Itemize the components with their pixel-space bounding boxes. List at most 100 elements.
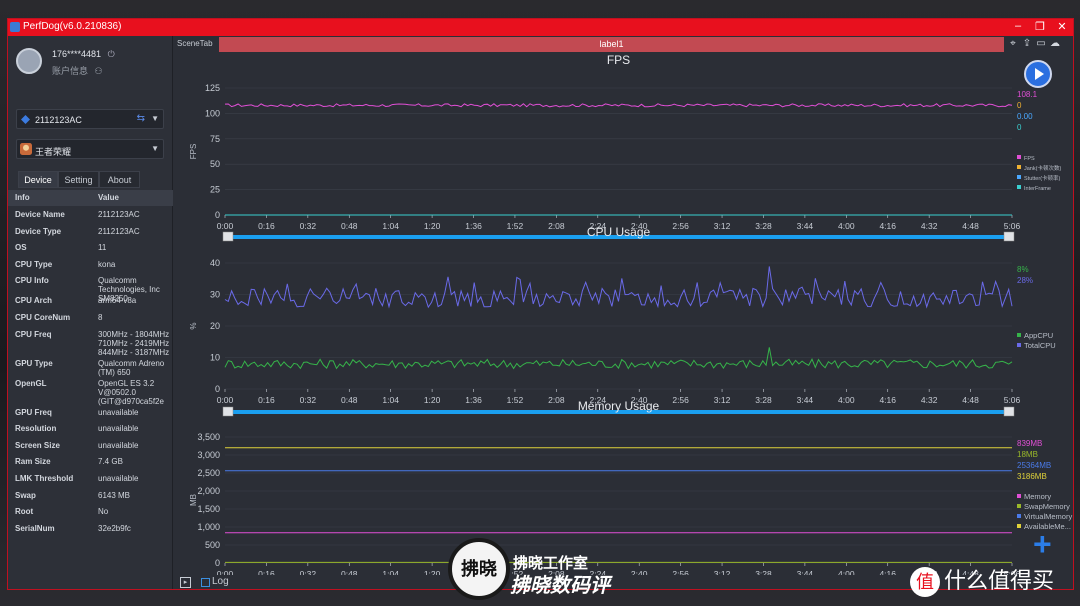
tab-device[interactable]: Device [18,171,58,188]
x-tick-label: 0:00 [217,395,234,405]
row-value: unavailable [98,474,139,483]
table-row: CPU Info Qualcomm Technologies, Inc SM825… [8,272,173,303]
current-value-label: 0 [1017,101,1022,110]
legend-entry: AppCPU [1024,331,1053,340]
folder-icon[interactable]: ▭ [1036,39,1046,49]
expand-icon[interactable]: ▸ [180,577,191,588]
user-name-text: 176****4481 [52,49,102,59]
title-bar: PerfDog(v6.0.210836) – ❐ ✕ [8,19,1073,36]
legend-swatch [1017,524,1021,528]
legend-swatch [1017,155,1021,159]
row-key: Ram Size [15,457,51,467]
y-tick-label: 0 [215,210,220,220]
perfdog-window: PerfDog(v6.0.210836) – ❐ ✕ 176****4481 ⏻… [7,18,1074,590]
chart-title: Memory Usage [578,399,660,413]
current-value-label: 839MB [1017,439,1042,448]
scene-bar: SceneTab label1 ⌖ ⇪ ▭ ☁ [174,36,1073,52]
x-tick-label: 3:28 [755,395,772,405]
watermark-line2: 拂晓数码评 [510,575,610,597]
cloud-icon[interactable]: ☁ [1050,39,1060,49]
row-key: GPU Type [15,358,53,368]
x-tick-label: 1:04 [382,395,399,405]
current-value-label: 0.00 [1017,112,1033,121]
row-value: 7.4 GB [98,457,123,467]
x-tick-label: 2:56 [672,221,689,231]
charts-area: FPSFPS12510075502500:00 0:16 0:32 0:48 1:04 1… [189,53,1072,575]
row-value: arm64-v8a [98,296,137,306]
legend-entry: TotalCPU [1024,341,1056,350]
legend-entry: Stutter(卡顿率) [1024,174,1061,182]
y-tick-label: 2,000 [197,486,220,496]
series-line [224,347,1013,370]
chart-title: FPS [607,53,630,67]
scene-label-bar[interactable]: label1 [219,37,1004,52]
x-tick-label: 1:36 [465,221,482,231]
avatar[interactable] [16,48,42,74]
y-tick-label: 0 [215,558,220,568]
row-key: CPU Freq [15,329,52,339]
table-row: CPU Arch arm64-v8a [8,292,173,309]
y-tick-label: 1,500 [197,504,220,514]
x-tick-label: 4:00 [838,395,855,405]
x-tick-label: 4:48 [962,221,979,231]
x-tick-label: 3:44 [797,221,814,231]
account-info-link[interactable]: 账户信息 ⚇ [52,64,103,77]
scene-tab-label[interactable]: SceneTab [177,39,213,48]
close-button[interactable]: ✕ [1052,20,1072,33]
user-settings-icon: ⚇ [94,66,103,76]
app-select[interactable]: 王者荣耀 ▼ [16,139,164,159]
row-key: OS [15,243,27,253]
upload-icon[interactable]: ⇪ [1022,39,1032,49]
link-icon[interactable]: ⇆ [137,113,145,124]
y-tick-label: 0 [215,384,220,394]
device-select[interactable]: 2112123AC ⇆ ▼ [16,109,164,129]
row-value: OpenGL ES 3.2 V@0502.0 (GIT@d970ca5f2e [98,378,164,406]
maximize-button[interactable]: ❐ [1030,20,1050,33]
row-value: unavailable [98,424,139,434]
tab-about[interactable]: About [99,171,140,188]
x-tick-label: 4:16 [879,221,896,231]
minimize-button[interactable]: – [1008,20,1028,32]
site-logo-icon: 值 [910,567,940,598]
row-key: Resolution [15,424,57,434]
table-row: Device Type 2112123AC [8,223,173,240]
location-icon[interactable]: ⌖ [1008,39,1018,49]
table-row: CPU Type kona [8,256,173,273]
x-tick-label: 3:12 [714,395,731,405]
current-value-label: 28% [1017,276,1033,285]
series-line [224,266,1013,309]
x-tick-label: 0:48 [341,395,358,405]
current-value-label: 0 [1017,123,1022,132]
current-value-label: 3186MB [1017,472,1047,481]
chart-2: Memory UsageMB3,5003,0002,5002,0001,5001… [189,399,1072,575]
play-button[interactable] [1024,60,1052,88]
row-value: No [98,507,109,517]
tab-setting[interactable]: Setting [58,171,99,188]
legend-swatch [1017,514,1021,518]
row-key: LMK Threshold [15,474,74,483]
power-icon[interactable]: ⏻ [108,49,115,59]
chevron-down-icon: ▼ [151,144,159,153]
current-value-label: 108.1 [1017,90,1038,99]
x-tick-label: 4:32 [921,221,938,231]
row-value: 2112123AC [98,226,140,236]
perfdog-logo-icon [10,22,20,32]
add-chart-button[interactable]: + [1033,528,1052,560]
table-row: Screen Size unavailable [8,437,173,454]
slider-handle-left [222,231,234,242]
table-row: CPU CoreNum 8 [8,309,173,326]
y-axis-label: FPS [189,144,198,160]
legend-entry: InterFrame [1024,186,1051,192]
x-tick-label: 5:06 [1004,395,1021,405]
x-tick-label: 2:08 [548,221,565,231]
table-row: Root No [8,503,173,520]
log-checkbox[interactable] [201,578,210,587]
header-value: Value [98,193,119,202]
table-row: OS 11 [8,239,173,256]
table-row: Ram Size 7.4 GB [8,453,173,470]
row-value: 11 [98,243,107,253]
slider-handle-right [1003,406,1015,417]
row-key: OpenGL [15,378,47,388]
y-tick-label: 50 [210,159,220,169]
legend-swatch [1017,504,1021,508]
